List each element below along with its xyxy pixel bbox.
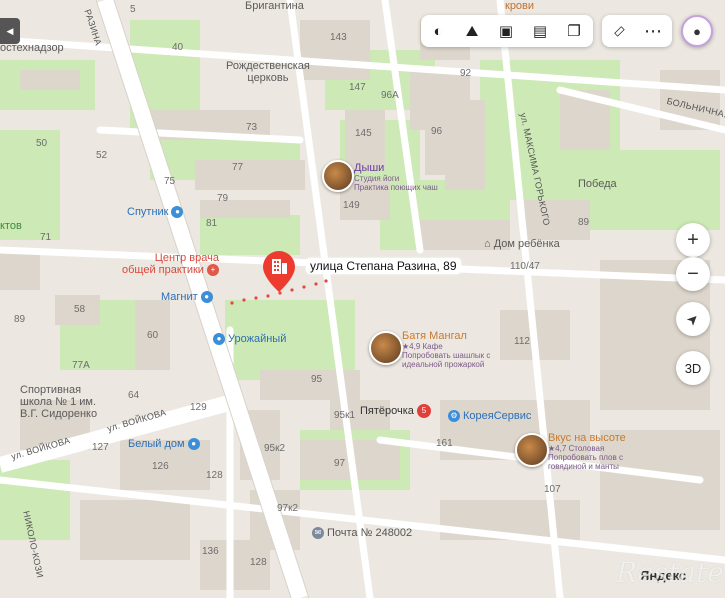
poi-belyi-dom[interactable]: Белый дом ●: [128, 438, 200, 451]
zoom-out-button[interactable]: −: [676, 257, 710, 291]
house-number: 73: [246, 122, 258, 133]
address-label[interactable]: улица Степана Разина, 89: [306, 258, 461, 274]
house-number: 52: [96, 150, 108, 161]
house-number: 71: [40, 232, 52, 243]
house-number: 50: [36, 138, 48, 149]
house-number: 89: [14, 314, 26, 325]
medical-icon: +: [206, 264, 219, 277]
house-number: 75: [164, 176, 176, 187]
house-number: 128: [206, 470, 223, 481]
poi-batya[interactable]: Батя Мангал ★4,9 Кафе Попробовать шашлык…: [402, 330, 490, 369]
transport-icon[interactable]: ▤: [523, 15, 557, 47]
map-canvas[interactable]: РАЗИНА ул. МАКСИМА ГОРЬКОГО БОЛЬНИЧНАЯ у…: [0, 0, 725, 598]
house-number: 5: [130, 4, 136, 15]
user-icon: ●: [693, 23, 701, 39]
panorama-icon[interactable]: ⛰: [455, 15, 489, 47]
label-church: Рождественская церковь: [226, 60, 310, 84]
house-number: 95: [311, 374, 323, 385]
house-number: 89: [578, 217, 590, 228]
label-krovi: крови: [505, 0, 535, 12]
locate-button[interactable]: ➤: [676, 302, 710, 336]
shop-icon: ●: [213, 333, 225, 346]
house-number: 77: [232, 162, 244, 173]
house-number: 97к2: [277, 503, 299, 514]
map-layers-icon[interactable]: ◐: [421, 15, 455, 47]
profile-avatar[interactable]: ●: [681, 15, 713, 47]
house-number: 136: [202, 546, 219, 557]
house-number: 58: [74, 304, 86, 315]
poi-sputnik[interactable]: Спутник ●: [127, 206, 184, 219]
house-number: 60: [147, 330, 159, 341]
house-number: 77А: [72, 360, 90, 371]
house-number: 107: [544, 484, 561, 495]
poi-doctor[interactable]: Центр врача общей практики +: [122, 252, 219, 277]
dyshi-photo[interactable]: [322, 160, 354, 192]
house-number: 95к2: [264, 443, 286, 454]
shop-icon: ●: [200, 291, 213, 304]
traffic-icon[interactable]: ❐: [557, 15, 591, 47]
label-school: Спортивная школа № 1 им. В.Г. Сидоренко: [20, 384, 98, 420]
poi-dyshi[interactable]: Дыши Студия йоги Практика поющих чаш: [354, 162, 438, 192]
location-pin[interactable]: [260, 248, 298, 294]
shop-icon: ●: [187, 438, 200, 451]
label-pobeda: Победа: [578, 178, 617, 190]
building-marker-icon: [263, 251, 295, 292]
label-dom-rebenka: ⌂ Дом ребёнка: [484, 238, 560, 250]
zoom-in-button[interactable]: +: [676, 223, 710, 257]
layers-toolbar: ◐ ⛰ ▣ ▤ ❐: [421, 15, 593, 47]
3d-button[interactable]: 3D: [676, 351, 710, 385]
batya-photo[interactable]: [369, 331, 403, 365]
house-number: 92: [460, 68, 472, 79]
chevron-left-icon: ◀: [6, 25, 14, 36]
vkus-photo[interactable]: [515, 433, 549, 467]
house-number: 96: [431, 126, 443, 137]
poi-magnit[interactable]: Магнит ●: [161, 291, 213, 304]
poi-pochta[interactable]: ✉ Почта № 248002: [312, 527, 412, 540]
poi-vkus[interactable]: Вкус на высоте ★4,7 Столовая Попробовать…: [548, 432, 626, 471]
house-number: 40: [172, 42, 184, 53]
house-number: 64: [128, 390, 140, 401]
house-number: 126: [152, 461, 169, 472]
house-number: 149: [343, 200, 360, 211]
restate-watermark: Restate: [616, 556, 724, 589]
mail-icon: ✉: [312, 527, 324, 540]
poi-pyaterochka[interactable]: Пятёрочка 5: [360, 404, 431, 418]
house-number: 95к1: [334, 410, 356, 421]
sidebar-toggle-button[interactable]: ◀: [0, 18, 20, 44]
house-number: 112: [514, 336, 530, 347]
label-brigantina: Бригантина: [245, 0, 304, 12]
shop-icon: ●: [171, 206, 184, 219]
locate-arrow-icon: ➤: [682, 308, 703, 329]
house-number: 81: [206, 218, 218, 229]
house-number: 128: [250, 557, 267, 568]
tools-toolbar: ▭ ⋯: [602, 15, 672, 47]
pyaterochka-icon: 5: [416, 404, 431, 418]
house-number: 96А: [381, 90, 399, 101]
house-number: 143: [330, 32, 347, 43]
house-number: 110/47: [510, 261, 540, 272]
house-number: 145: [355, 128, 372, 139]
house-number: 127: [92, 442, 109, 453]
photos-icon[interactable]: ▣: [489, 15, 523, 47]
house-number: 147: [349, 82, 366, 93]
house-number: 97: [334, 458, 346, 469]
car-service-icon: ⚙: [448, 410, 460, 423]
house-number: 161: [436, 438, 453, 449]
poi-urozhainy[interactable]: ● Урожайный: [213, 333, 286, 346]
label-ktov: ктов: [0, 220, 22, 232]
poi-koreya[interactable]: ⚙ КореяСервис: [448, 410, 531, 423]
house-number: 79: [217, 193, 229, 204]
house-number: 129: [190, 402, 207, 413]
